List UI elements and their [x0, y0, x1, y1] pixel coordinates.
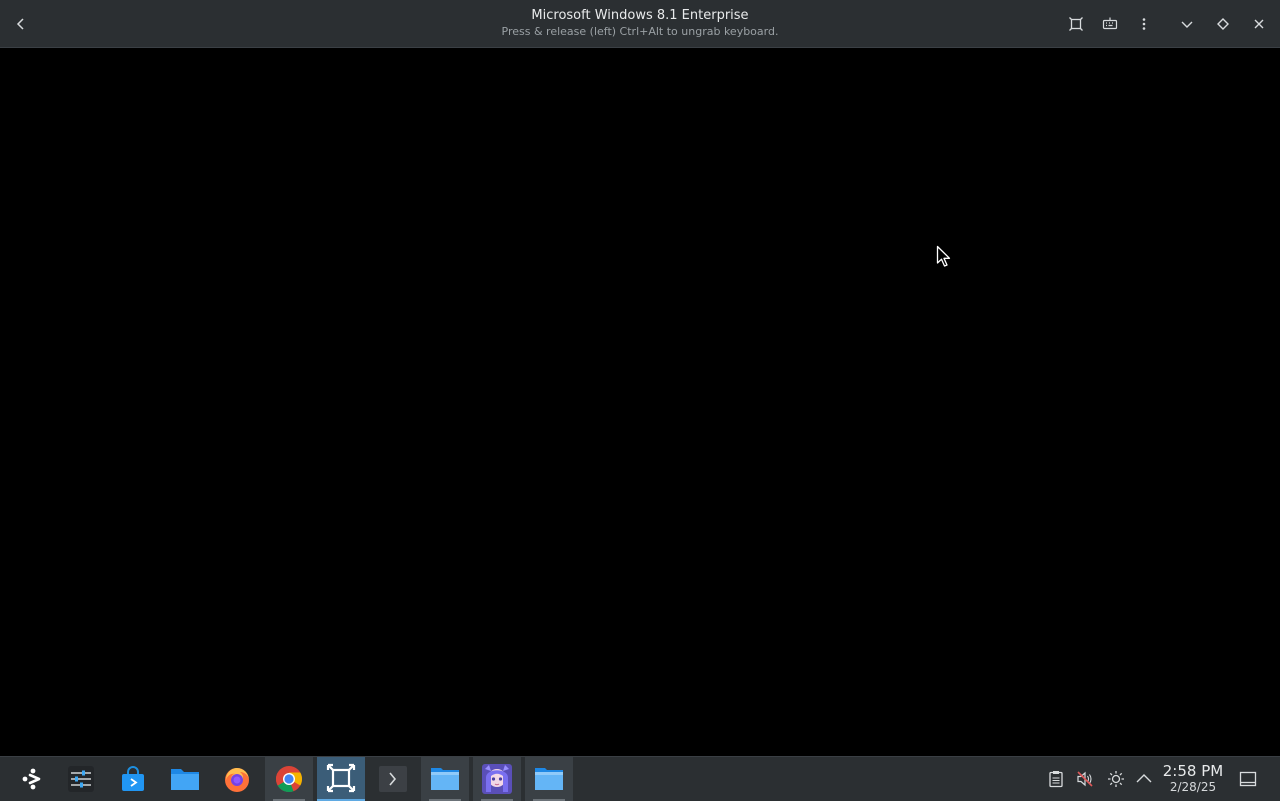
volume-tray-button[interactable] — [1075, 769, 1095, 789]
file-manager-button[interactable] — [161, 757, 209, 801]
terminal-button[interactable] — [369, 757, 417, 801]
chrome-button[interactable] — [265, 757, 313, 801]
vm-frame-icon — [326, 763, 356, 793]
window-header: Microsoft Windows 8.1 Enterprise Press &… — [0, 0, 1280, 48]
kebab-menu-icon — [1142, 18, 1146, 30]
folder-icon — [171, 769, 199, 790]
folder-window-icon — [431, 768, 459, 790]
store-bag-icon — [122, 766, 144, 791]
volume-muted-icon — [1077, 771, 1093, 787]
clipboard-tray-button[interactable] — [1046, 769, 1066, 789]
taskbar: 2:58 PM 2/28/25 — [0, 756, 1280, 801]
tray-expand-button[interactable] — [1134, 769, 1154, 789]
folder-window-icon — [535, 768, 563, 790]
window-subtitle: Press & release (left) Ctrl+Alt to ungra… — [501, 25, 779, 38]
brightness-icon — [1108, 771, 1124, 787]
back-arrow-icon — [16, 18, 24, 30]
maximize-button[interactable] — [1207, 8, 1239, 40]
title-block: Microsoft Windows 8.1 Enterprise Press &… — [340, 7, 940, 39]
diamond-icon — [1217, 18, 1229, 30]
chrome-icon — [275, 766, 303, 793]
virt-manager-button[interactable] — [317, 757, 365, 801]
close-icon — [1254, 19, 1264, 29]
system-settings-button[interactable] — [57, 757, 105, 801]
minimize-button[interactable] — [1171, 8, 1203, 40]
avatar-icon — [482, 764, 512, 794]
show-desktop-button[interactable] — [1238, 769, 1258, 789]
firefox-button[interactable] — [213, 757, 261, 801]
show-desktop-icon — [1239, 771, 1257, 787]
keyboard-icon — [1102, 17, 1118, 30]
chevron-down-icon — [1181, 21, 1193, 28]
file-manager-window-button[interactable] — [421, 757, 469, 801]
window-title: Microsoft Windows 8.1 Enterprise — [531, 8, 749, 23]
back-button[interactable] — [5, 8, 37, 40]
clock[interactable]: 2:58 PM 2/28/25 — [1160, 762, 1226, 795]
anime-avatar-app-button[interactable] — [473, 757, 521, 801]
menu-button[interactable] — [1128, 8, 1160, 40]
fullscreen-icon — [1069, 17, 1083, 31]
fullscreen-button[interactable] — [1060, 8, 1092, 40]
file-manager-window-2-button[interactable] — [525, 757, 573, 801]
clock-time: 2:58 PM — [1162, 762, 1224, 780]
firefox-icon — [225, 768, 249, 792]
mouse-pointer-icon — [936, 245, 951, 267]
launcher-icon — [22, 768, 41, 790]
application-launcher-button[interactable] — [9, 757, 57, 801]
brightness-tray-button[interactable] — [1106, 769, 1126, 789]
clock-date: 2/28/25 — [1169, 780, 1217, 794]
discover-store-button[interactable] — [109, 757, 157, 801]
close-button[interactable] — [1243, 8, 1275, 40]
terminal-chevron-icon — [379, 766, 407, 792]
chevron-up-icon — [1136, 774, 1152, 783]
vm-display[interactable] — [0, 48, 1280, 756]
send-keys-button[interactable] — [1094, 8, 1126, 40]
clipboard-icon — [1049, 771, 1063, 788]
settings-sliders-icon — [68, 766, 94, 792]
